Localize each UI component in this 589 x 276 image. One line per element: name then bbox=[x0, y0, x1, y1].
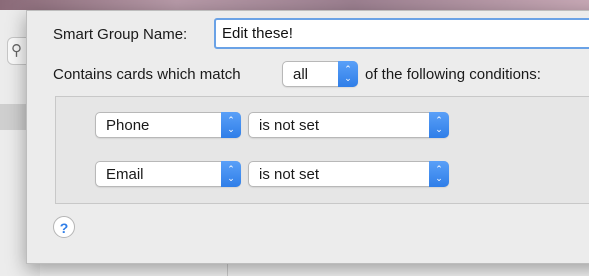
help-button[interactable]: ? bbox=[53, 216, 75, 238]
match-mode-popup[interactable]: all ⌃ ⌄ bbox=[282, 61, 358, 87]
match-prefix-label: Contains cards which match bbox=[53, 66, 241, 83]
condition-operator-value: is not set bbox=[259, 117, 320, 134]
match-suffix-label: of the following conditions: bbox=[365, 66, 541, 83]
up-down-chevron-icon: ⌃ ⌄ bbox=[221, 112, 241, 138]
background-window-strip bbox=[0, 0, 589, 10]
up-down-chevron-icon: ⌃ ⌄ bbox=[221, 161, 241, 187]
conditions-box: Phone ⌃ ⌄ is not set ⌃ ⌄ Email ⌃ ⌄ is not s… bbox=[55, 96, 589, 204]
condition-field-popup[interactable]: Phone ⌃ ⌄ bbox=[95, 112, 241, 138]
condition-field-value: Email bbox=[106, 166, 144, 183]
smart-group-name-input[interactable] bbox=[214, 18, 589, 49]
smart-group-sheet: Smart Group Name: Contains cards which m… bbox=[26, 10, 589, 264]
search-icon: ⚲ bbox=[11, 42, 22, 59]
up-down-chevron-icon: ⌃ ⌄ bbox=[338, 61, 358, 87]
match-mode-value: all bbox=[293, 66, 309, 83]
condition-operator-popup[interactable]: is not set ⌃ ⌄ bbox=[248, 112, 449, 138]
up-down-chevron-icon: ⌃ ⌄ bbox=[429, 112, 449, 138]
condition-operator-value: is not set bbox=[259, 166, 320, 183]
condition-field-popup[interactable]: Email ⌃ ⌄ bbox=[95, 161, 241, 187]
condition-operator-popup[interactable]: is not set ⌃ ⌄ bbox=[248, 161, 449, 187]
smart-group-name-label: Smart Group Name: bbox=[53, 26, 188, 43]
condition-field-value: Phone bbox=[106, 117, 150, 134]
up-down-chevron-icon: ⌃ ⌄ bbox=[429, 161, 449, 187]
